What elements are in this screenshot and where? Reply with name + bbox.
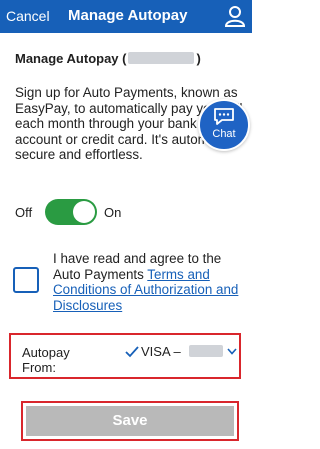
agreement-text: I have read and agree to the Auto Paymen… xyxy=(53,251,243,313)
section-title-prefix: Manage Autopay ( xyxy=(15,51,127,66)
section-title: Manage Autopay () xyxy=(15,51,201,66)
chat-label: Chat xyxy=(212,128,236,140)
chat-button[interactable]: Chat xyxy=(198,99,250,151)
autopay-toggle[interactable] xyxy=(45,199,97,225)
top-bar: Cancel Manage Autopay xyxy=(0,0,252,33)
masked-account-number xyxy=(128,52,195,64)
cancel-button[interactable]: Cancel xyxy=(6,8,50,24)
section-title-suffix: ) xyxy=(196,51,201,66)
chevron-down-icon xyxy=(227,348,237,355)
save-highlight: Save xyxy=(21,401,239,441)
save-button[interactable]: Save xyxy=(26,406,234,436)
agree-checkbox[interactable] xyxy=(13,267,39,293)
autopay-from-select[interactable]: Autopay From: VISA – xyxy=(9,333,241,379)
autopay-toggle-row: Off On xyxy=(15,199,145,225)
page-title: Manage Autopay xyxy=(68,7,188,24)
chat-bubble-icon xyxy=(214,108,234,125)
masked-card-number xyxy=(189,345,223,357)
autopay-from-label: Autopay From: xyxy=(22,345,70,375)
autopay-from-value: VISA – xyxy=(141,344,181,359)
toggle-off-label: Off xyxy=(15,205,33,220)
user-icon[interactable] xyxy=(224,4,246,28)
check-icon xyxy=(125,346,139,358)
toggle-knob xyxy=(73,201,95,223)
toggle-on-label: On xyxy=(104,205,122,220)
